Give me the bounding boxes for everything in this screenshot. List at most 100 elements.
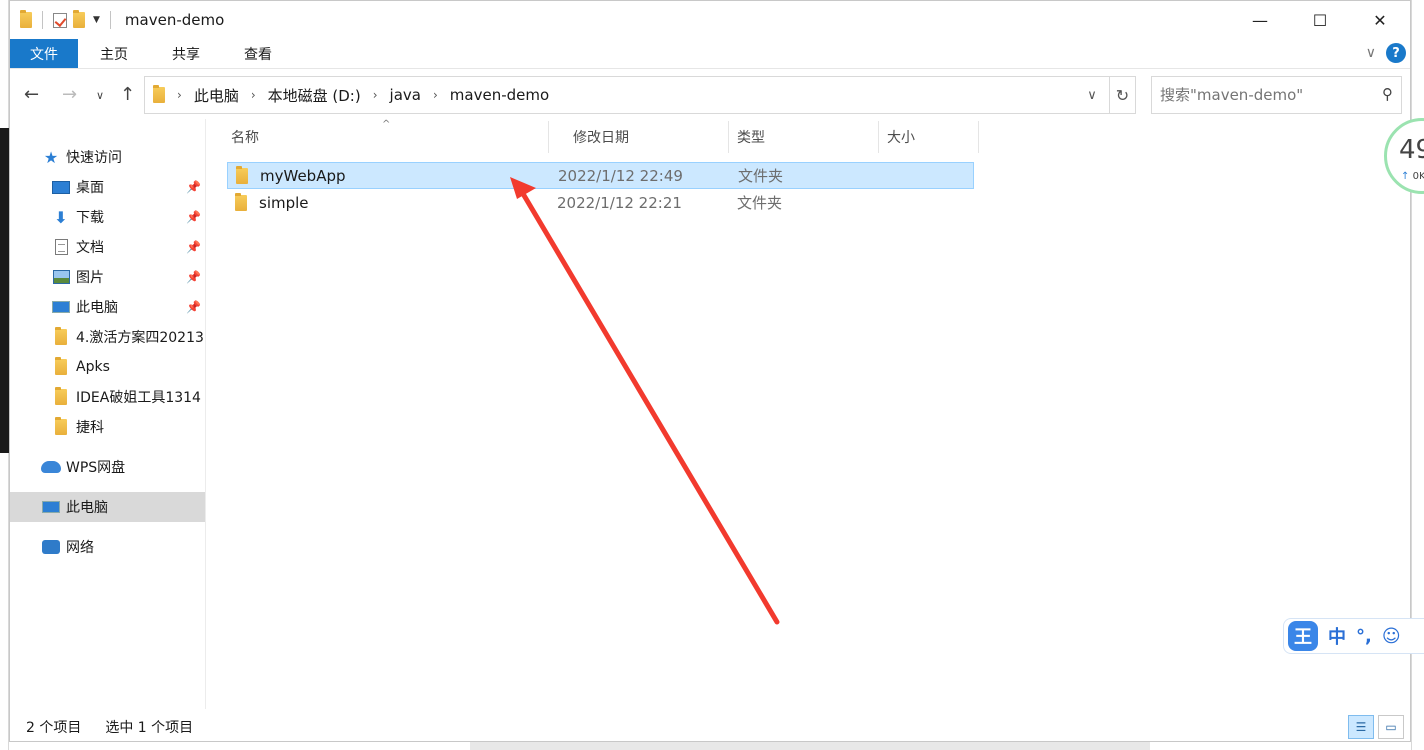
pin-icon[interactable]: 📌: [186, 210, 201, 224]
sidebar-item-label: WPS网盘: [66, 460, 126, 476]
back-arrow-icon[interactable]: ←: [24, 84, 39, 105]
ime-mode[interactable]: 中: [1328, 623, 1346, 649]
tab-share[interactable]: 共享: [150, 39, 222, 68]
maximize-button[interactable]: ☐: [1290, 1, 1350, 39]
sidebar-item-folder[interactable]: IDEA破姐工具1314: [10, 382, 205, 412]
sidebar-item-folder[interactable]: 4.激活方案四20213: [10, 322, 205, 352]
speed-sub: ↑ 0K: [1401, 171, 1424, 182]
file-type: 文件夹: [738, 167, 784, 185]
sidebar-item-label: 图片: [76, 270, 104, 286]
sidebar-item-network[interactable]: 网络: [10, 532, 205, 562]
file-type: 文件夹: [737, 194, 783, 212]
computer-icon: [40, 501, 62, 513]
title-bar: ▼ maven-demo — ☐ ✕: [10, 1, 1410, 39]
selected-count: 选中 1 个项目: [105, 720, 194, 736]
sidebar-item-quick-access[interactable]: ★ 快速访问: [40, 142, 235, 172]
sidebar-item-downloads[interactable]: ⬇ 下载 📌: [10, 202, 205, 232]
close-button[interactable]: ✕: [1350, 1, 1410, 39]
sidebar-item-desktop[interactable]: 桌面 📌: [10, 172, 205, 202]
file-row[interactable]: myWebApp 2022/1/12 22:49 文件夹: [227, 162, 974, 189]
sidebar-item-label: 此电脑: [66, 500, 108, 516]
divider: [109, 11, 111, 29]
navigation-bar: ← → ∨ ↑ › 此电脑 › 本地磁盘 (D:) › java › maven…: [10, 71, 1410, 119]
folder-icon: [236, 165, 248, 184]
breadcrumb-maven-demo[interactable]: maven-demo: [450, 86, 549, 104]
breadcrumb-java[interactable]: java: [390, 86, 421, 104]
large-icons-view-icon[interactable]: ▭: [1378, 715, 1404, 739]
computer-icon: [50, 301, 72, 313]
search-box[interactable]: ⚲: [1151, 76, 1402, 114]
address-history-icon[interactable]: ∨: [1075, 88, 1109, 103]
column-header-label: 名称: [231, 130, 259, 146]
forward-arrow-icon[interactable]: →: [62, 84, 77, 105]
column-header-label: 类型: [737, 130, 765, 146]
search-icon[interactable]: ⚲: [1382, 85, 1393, 103]
folder-icon: [50, 417, 72, 435]
sidebar-item-folder[interactable]: Apks: [10, 352, 205, 382]
pictures-icon: [50, 270, 72, 284]
ribbon-right-controls: ∨ ?: [1366, 43, 1406, 63]
file-list: ^ 名称 修改日期 类型 大小 myWebApp 2022/1/12 22:49…: [207, 119, 1412, 709]
breadcrumb-this-pc[interactable]: 此电脑: [194, 85, 239, 106]
sidebar-item-label: Apks: [76, 359, 110, 375]
file-row[interactable]: simple 2022/1/12 22:21 文件夹: [227, 189, 974, 216]
file-date: 2022/1/12 22:21: [557, 193, 682, 212]
status-bar: 2 个项目 选中 1 个项目 ☰ ▭: [10, 713, 1410, 741]
recent-locations-icon[interactable]: ∨: [96, 89, 104, 102]
emoji-icon[interactable]: ☺: [1382, 626, 1401, 647]
minimize-button[interactable]: —: [1230, 1, 1290, 39]
ime-logo[interactable]: 王: [1288, 621, 1318, 651]
sidebar-item-this-pc[interactable]: 此电脑: [10, 492, 205, 522]
column-header-name[interactable]: ^ 名称: [207, 119, 549, 153]
refresh-icon[interactable]: ↻: [1109, 77, 1135, 113]
expand-ribbon-icon[interactable]: ∨: [1366, 45, 1376, 61]
sidebar-item-wps-cloud[interactable]: WPS网盘: [10, 452, 205, 482]
ime-toolbar[interactable]: 王 中 °, ☺: [1283, 618, 1424, 654]
column-header-label: 大小: [887, 130, 915, 146]
chevron-right-icon[interactable]: ›: [433, 88, 438, 102]
quick-access-toolbar: ▼: [10, 10, 115, 29]
view-toggle: ☰ ▭: [1348, 715, 1404, 739]
folder-icon: [235, 192, 247, 211]
background-window-strip: [0, 0, 9, 750]
sidebar-item-folder[interactable]: 捷科: [10, 412, 205, 442]
sidebar-item-label: 下载: [76, 210, 104, 226]
up-arrow-icon[interactable]: ↑: [120, 84, 135, 105]
tab-view[interactable]: 查看: [222, 39, 294, 68]
address-actions: ∨ ↻: [1075, 77, 1135, 113]
file-name-text: myWebApp: [260, 166, 346, 185]
search-input[interactable]: [1160, 86, 1370, 104]
pin-icon[interactable]: 📌: [186, 270, 201, 284]
column-header-type[interactable]: 类型: [729, 121, 879, 153]
cloud-icon: [40, 461, 62, 473]
address-bar[interactable]: › 此电脑 › 本地磁盘 (D:) › java › maven-demo ∨ …: [144, 76, 1136, 114]
sidebar-item-documents[interactable]: 文档 📌: [10, 232, 205, 262]
new-folder-icon[interactable]: [73, 10, 85, 28]
chevron-right-icon[interactable]: ›: [373, 88, 378, 102]
chevron-down-icon[interactable]: ▼: [93, 15, 100, 25]
column-header-size[interactable]: 大小: [879, 121, 979, 153]
breadcrumb-local-disk[interactable]: 本地磁盘 (D:): [268, 85, 361, 106]
pin-icon[interactable]: 📌: [186, 300, 201, 314]
pin-icon[interactable]: 📌: [186, 180, 201, 194]
tab-home[interactable]: 主页: [78, 39, 150, 68]
ime-punctuation[interactable]: °,: [1356, 626, 1372, 647]
sidebar-item-label: IDEA破姐工具1314: [76, 390, 201, 406]
tab-file[interactable]: 文件: [10, 39, 78, 68]
chevron-right-icon[interactable]: ›: [251, 88, 256, 102]
sidebar-item-label: 文档: [76, 240, 104, 256]
folder-icon: [50, 327, 72, 345]
column-header-date[interactable]: 修改日期: [549, 121, 729, 153]
details-view-icon[interactable]: ☰: [1348, 715, 1374, 739]
sidebar-item-label: 4.激活方案四20213: [76, 330, 204, 346]
properties-icon[interactable]: [53, 12, 67, 28]
speed-value: 49: [1399, 135, 1424, 165]
help-icon[interactable]: ?: [1386, 43, 1406, 63]
chevron-right-icon[interactable]: ›: [177, 88, 182, 102]
sidebar-item-pictures[interactable]: 图片 📌: [10, 262, 205, 292]
sidebar-item-this-pc-pinned[interactable]: 此电脑 📌: [10, 292, 205, 322]
pin-icon[interactable]: 📌: [186, 240, 201, 254]
sidebar-item-label: 桌面: [76, 180, 104, 196]
sidebar-item-label: 此电脑: [76, 300, 118, 316]
sort-ascending-icon: ^: [382, 119, 391, 130]
